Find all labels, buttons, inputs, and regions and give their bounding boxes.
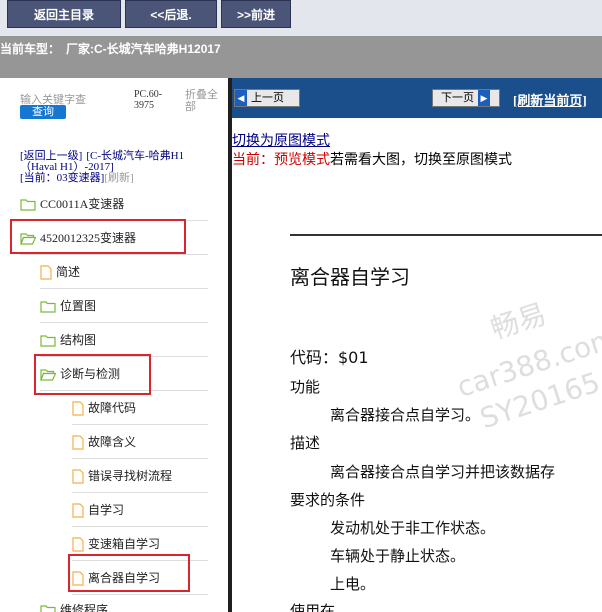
- tree-item-fault-meaning[interactable]: 故障含义: [72, 430, 136, 452]
- content-pane: ◀ 上一页 下一页 ▶ [刷新当前页] 切换为原图模式 当前：预览模式若需看大图，切…: [232, 78, 602, 612]
- highlight-box: [68, 554, 190, 592]
- mode-current: 当前：预览模式: [232, 153, 330, 168]
- arrow-right-icon: ▶: [478, 90, 490, 106]
- doc-condition-1: 发动机处于非工作状态。: [330, 519, 496, 537]
- doc-code: 代码：$01: [290, 348, 369, 367]
- navigation-info: [返回上一级] [C-长城汽车-哈弗H1（Haval H1）-2017] [当前：…: [20, 151, 220, 184]
- tree-item-label: 位置图: [60, 299, 97, 314]
- doc-desc-title: 描述: [290, 434, 321, 452]
- vehicle-info-bar: 当前车型： 厂家:C-长城汽车哈弗H12017: [0, 36, 602, 78]
- mode-hint: 若需看大图，切换至原图模式: [330, 153, 512, 168]
- tree-item-gearbox-learning[interactable]: 变速箱自学习: [72, 532, 160, 554]
- tree-item-label: 变速箱自学习: [88, 537, 161, 552]
- tree-separator: [72, 526, 208, 527]
- doc-condition-2: 车辆处于静止状态。: [330, 547, 466, 565]
- tree-item-label: 维修程序: [60, 603, 109, 612]
- document-icon: [72, 435, 84, 450]
- tree-item-cc0011a[interactable]: CC0011A变速器: [20, 192, 124, 214]
- doc-function-text: 离合器接合点自学习。: [330, 406, 481, 424]
- tree-separator: [40, 288, 208, 289]
- tree-separator: [72, 458, 208, 459]
- folder-icon: [40, 335, 56, 347]
- document-rule: [290, 234, 602, 236]
- tree-separator: [20, 254, 208, 255]
- vehicle-value: 厂家:C-长城汽车哈弗H12017: [66, 42, 221, 56]
- highlight-box: [34, 354, 151, 395]
- doc-desc-text: 离合器接合点自学习并把该数据存: [330, 463, 556, 481]
- folder-icon: [40, 301, 56, 313]
- tree-item-location[interactable]: 位置图: [40, 294, 96, 316]
- doc-title: 离合器自学习: [290, 265, 410, 289]
- fold-all-link[interactable]: 折叠全部: [185, 89, 221, 113]
- doc-use-title: 使用在: [290, 602, 336, 612]
- refresh-page-link[interactable]: [刷新当前页]: [513, 90, 587, 109]
- nav-refresh-link[interactable]: [刷新]: [104, 172, 133, 184]
- tree-item-label: 错误寻找树流程: [88, 469, 173, 484]
- tree-item-label: 简述: [56, 265, 81, 280]
- document-icon: [40, 265, 52, 280]
- vehicle-label: 当前车型：: [0, 42, 61, 56]
- content-toolbar: ◀ 上一页 下一页 ▶ [刷新当前页]: [232, 78, 602, 118]
- mode-status: 当前：预览模式若需看大图，切换至原图模式: [232, 149, 512, 169]
- document-icon: [72, 401, 84, 416]
- pc-code: PC.60-3975: [134, 89, 163, 111]
- watermark-brand: 畅易: [486, 297, 551, 346]
- tree-item-label: 结构图: [60, 333, 97, 348]
- tree-separator: [72, 594, 208, 595]
- doc-condition-3: 上电。: [330, 575, 376, 593]
- nav-current: [当前：03变速器]: [20, 172, 105, 184]
- tree-item-label: 自学习: [88, 503, 125, 518]
- tree-item-repair[interactable]: 维修程序: [40, 598, 108, 612]
- sidebar: 输入关键字查 查询 PC.60-3975 折叠全部 [返回上一级] [C-长城汽车…: [0, 78, 228, 612]
- prev-page-button[interactable]: ◀ 上一页: [234, 89, 300, 107]
- document-icon: [72, 469, 84, 484]
- next-page-button[interactable]: 下一页 ▶: [432, 89, 500, 107]
- tree-separator: [72, 492, 208, 493]
- switch-mode-link[interactable]: 切换为原图模式: [232, 130, 330, 150]
- tree-item-self-learning[interactable]: 自学习: [72, 498, 124, 520]
- tree-item-fault-codes[interactable]: 故障代码: [72, 396, 136, 418]
- forward-button[interactable]: >>前进: [221, 0, 291, 28]
- top-toolbar: 返回主目录 <<后退. >>前进: [0, 0, 602, 36]
- tree-item-label: 故障代码: [88, 401, 137, 416]
- prev-page-label: 上一页: [251, 92, 284, 104]
- search-button[interactable]: 查询: [20, 105, 66, 119]
- tree-item-label: 故障含义: [88, 435, 137, 450]
- document-icon: [72, 537, 84, 552]
- vehicle-info: 当前车型： 厂家:C-长城汽车哈弗H12017: [0, 40, 221, 57]
- tree-separator: [40, 322, 208, 323]
- tree-item-overview[interactable]: 简述: [40, 260, 80, 282]
- tree-item-label: CC0011A变速器: [40, 197, 125, 212]
- highlight-box: [10, 219, 186, 254]
- folder-icon: [40, 605, 56, 612]
- back-to-main-button[interactable]: 返回主目录: [7, 0, 121, 28]
- arrow-left-icon: ◀: [235, 90, 247, 106]
- document-icon: [72, 503, 84, 518]
- doc-function-title: 功能: [290, 378, 321, 396]
- doc-conditions-title: 要求的条件: [290, 491, 366, 509]
- tree-item-troubleshoot-tree[interactable]: 错误寻找树流程: [72, 464, 172, 486]
- tree-item-structure[interactable]: 结构图: [40, 328, 96, 350]
- tree-separator: [72, 424, 208, 425]
- back-button[interactable]: <<后退.: [125, 0, 217, 28]
- next-page-label: 下一页: [441, 92, 474, 104]
- folder-icon: [20, 199, 36, 211]
